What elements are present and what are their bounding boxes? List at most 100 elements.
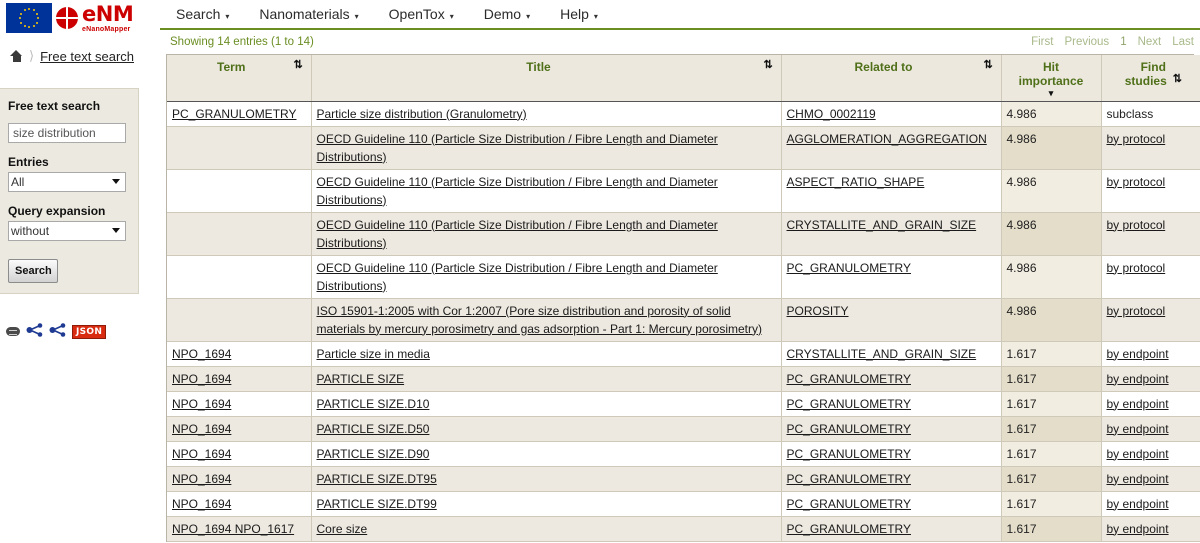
column-header-title[interactable]: Title ⇅ bbox=[311, 55, 781, 101]
cell-term-link[interactable]: NPO_1694 bbox=[172, 472, 231, 486]
pagination-last[interactable]: Last bbox=[1172, 36, 1194, 48]
cell-find-studies[interactable]: by protocol bbox=[1101, 212, 1200, 255]
cell-related-to[interactable]: PC_GRANULOMETRY bbox=[781, 466, 1001, 491]
cell-title[interactable]: PARTICLE SIZE.DT99 bbox=[311, 491, 781, 516]
cell-title[interactable]: PARTICLE SIZE.D50 bbox=[311, 416, 781, 441]
cell-term[interactable]: NPO_1694 bbox=[167, 441, 311, 466]
home-icon[interactable] bbox=[10, 50, 23, 62]
cell-related-to[interactable]: PC_GRANULOMETRY bbox=[781, 366, 1001, 391]
cell-related-to[interactable]: PC_GRANULOMETRY bbox=[781, 416, 1001, 441]
cell-related-to-link[interactable]: AGGLOMERATION_AGGREGATION bbox=[787, 132, 987, 146]
rdf-icon-2[interactable] bbox=[49, 323, 66, 340]
cell-term-link[interactable]: NPO_1694 bbox=[172, 347, 231, 361]
cell-related-to[interactable]: PC_GRANULOMETRY bbox=[781, 516, 1001, 541]
cell-related-to-link[interactable]: PC_GRANULOMETRY bbox=[787, 397, 911, 411]
cell-find-studies[interactable]: by endpoint bbox=[1101, 391, 1200, 416]
cell-term[interactable]: NPO_1694 bbox=[167, 491, 311, 516]
cell-title-link[interactable]: ISO 15901-1:2005 with Cor 1:2007 (Pore s… bbox=[317, 304, 762, 336]
json-icon[interactable]: JSON bbox=[72, 325, 106, 339]
cell-find-studies[interactable]: by endpoint bbox=[1101, 366, 1200, 391]
pagination-previous[interactable]: Previous bbox=[1064, 36, 1109, 48]
cell-title-link[interactable]: PARTICLE SIZE.DT99 bbox=[317, 497, 437, 511]
cell-related-to[interactable]: POROSITY bbox=[781, 298, 1001, 341]
cell-title[interactable]: PARTICLE SIZE.DT95 bbox=[311, 466, 781, 491]
cell-find-studies[interactable]: by endpoint bbox=[1101, 516, 1200, 541]
pagination-next[interactable]: Next bbox=[1138, 36, 1162, 48]
cell-find-studies[interactable]: by endpoint bbox=[1101, 491, 1200, 516]
cell-related-to[interactable]: PC_GRANULOMETRY bbox=[781, 441, 1001, 466]
column-header-hit-importance[interactable]: Hit importance ▾ bbox=[1001, 55, 1101, 101]
nav-item-demo[interactable]: Demo ▾ bbox=[484, 6, 530, 22]
cell-related-to-link[interactable]: PC_GRANULOMETRY bbox=[787, 261, 911, 275]
cell-term[interactable]: NPO_1694 bbox=[167, 366, 311, 391]
cell-find-studies[interactable]: by endpoint bbox=[1101, 341, 1200, 366]
cell-title[interactable]: OECD Guideline 110 (Particle Size Distri… bbox=[311, 169, 781, 212]
cell-find-studies-link[interactable]: by protocol bbox=[1107, 132, 1166, 146]
cell-related-to[interactable]: PC_GRANULOMETRY bbox=[781, 255, 1001, 298]
cell-find-studies-link[interactable]: by endpoint bbox=[1107, 422, 1169, 436]
cell-related-to-link[interactable]: PC_GRANULOMETRY bbox=[787, 497, 911, 511]
cell-title-link[interactable]: OECD Guideline 110 (Particle Size Distri… bbox=[317, 261, 718, 293]
uri-icon[interactable] bbox=[6, 327, 20, 336]
entries-select[interactable]: All bbox=[8, 172, 126, 192]
column-header-related-to[interactable]: Related to ⇅ bbox=[781, 55, 1001, 101]
cell-find-studies-link[interactable]: by endpoint bbox=[1107, 447, 1169, 461]
cell-related-to-link[interactable]: PC_GRANULOMETRY bbox=[787, 522, 911, 536]
sort-toggle-icon[interactable]: ⇅ bbox=[984, 60, 993, 71]
cell-term[interactable]: NPO_1694 NPO_1617 bbox=[167, 516, 311, 541]
cell-related-to-link[interactable]: PC_GRANULOMETRY bbox=[787, 372, 911, 386]
rdf-icon[interactable] bbox=[26, 323, 43, 340]
column-header-find-studies[interactable]: Find studies ⇅ bbox=[1101, 55, 1200, 101]
cell-title[interactable]: ISO 15901-1:2005 with Cor 1:2007 (Pore s… bbox=[311, 298, 781, 341]
cell-related-to-link[interactable]: CHMO_0002119 bbox=[787, 107, 876, 121]
cell-find-studies[interactable]: by endpoint bbox=[1101, 466, 1200, 491]
cell-title[interactable]: Core size bbox=[311, 516, 781, 541]
cell-find-studies-link[interactable]: by endpoint bbox=[1107, 472, 1169, 486]
search-input[interactable] bbox=[8, 123, 126, 143]
nav-item-nanomaterials[interactable]: Nanomaterials ▾ bbox=[259, 6, 358, 22]
cell-title-link[interactable]: OECD Guideline 110 (Particle Size Distri… bbox=[317, 218, 718, 250]
cell-term-link[interactable]: NPO_1694 bbox=[172, 497, 231, 511]
cell-title[interactable]: PARTICLE SIZE.D90 bbox=[311, 441, 781, 466]
cell-term-link[interactable]: NPO_1694 bbox=[172, 447, 231, 461]
cell-related-to[interactable]: PC_GRANULOMETRY bbox=[781, 491, 1001, 516]
cell-find-studies-link[interactable]: by protocol bbox=[1107, 261, 1166, 275]
cell-title[interactable]: PARTICLE SIZE bbox=[311, 366, 781, 391]
cell-title[interactable]: OECD Guideline 110 (Particle Size Distri… bbox=[311, 255, 781, 298]
cell-title[interactable]: OECD Guideline 110 (Particle Size Distri… bbox=[311, 126, 781, 169]
cell-related-to-link[interactable]: PC_GRANULOMETRY bbox=[787, 472, 911, 486]
query-expansion-select[interactable]: without bbox=[8, 221, 126, 241]
cell-term-link[interactable]: NPO_1694 NPO_1617 bbox=[172, 522, 294, 536]
sort-toggle-icon[interactable]: ⇅ bbox=[294, 60, 303, 71]
cell-title[interactable]: OECD Guideline 110 (Particle Size Distri… bbox=[311, 212, 781, 255]
cell-find-studies-link[interactable]: by endpoint bbox=[1107, 522, 1169, 536]
sort-toggle-icon[interactable]: ⇅ bbox=[764, 60, 773, 71]
cell-term-link[interactable]: PC_GRANULOMETRY bbox=[172, 107, 296, 121]
cell-title-link[interactable]: PARTICLE SIZE bbox=[317, 372, 405, 386]
cell-title-link[interactable]: PARTICLE SIZE.DT95 bbox=[317, 472, 437, 486]
cell-title-link[interactable]: Particle size distribution (Granulometry… bbox=[317, 107, 527, 121]
cell-find-studies-link[interactable]: by endpoint bbox=[1107, 347, 1169, 361]
cell-title[interactable]: Particle size in media bbox=[311, 341, 781, 366]
cell-find-studies-link[interactable]: by protocol bbox=[1107, 304, 1166, 318]
cell-find-studies-link[interactable]: by protocol bbox=[1107, 218, 1166, 232]
site-logo[interactable]: eNM eNanoMapper bbox=[6, 2, 156, 34]
cell-related-to-link[interactable]: CRYSTALLITE_AND_GRAIN_SIZE bbox=[787, 218, 977, 232]
cell-find-studies-link[interactable]: by endpoint bbox=[1107, 372, 1169, 386]
cell-related-to-link[interactable]: CRYSTALLITE_AND_GRAIN_SIZE bbox=[787, 347, 977, 361]
pagination-page-1[interactable]: 1 bbox=[1120, 36, 1126, 48]
cell-related-to-link[interactable]: PC_GRANULOMETRY bbox=[787, 422, 911, 436]
cell-title-link[interactable]: Particle size in media bbox=[317, 347, 430, 361]
cell-related-to-link[interactable]: PC_GRANULOMETRY bbox=[787, 447, 911, 461]
cell-find-studies[interactable]: by protocol bbox=[1101, 298, 1200, 341]
cell-find-studies-link[interactable]: by endpoint bbox=[1107, 497, 1169, 511]
cell-related-to[interactable]: CRYSTALLITE_AND_GRAIN_SIZE bbox=[781, 212, 1001, 255]
sort-toggle-icon[interactable]: ⇅ bbox=[1173, 74, 1182, 85]
cell-find-studies[interactable]: by protocol bbox=[1101, 169, 1200, 212]
nav-item-search[interactable]: Search ▾ bbox=[176, 6, 229, 22]
pagination-first[interactable]: First bbox=[1031, 36, 1053, 48]
cell-title-link[interactable]: PARTICLE SIZE.D10 bbox=[317, 397, 430, 411]
cell-title[interactable]: PARTICLE SIZE.D10 bbox=[311, 391, 781, 416]
cell-find-studies[interactable]: by endpoint bbox=[1101, 441, 1200, 466]
nav-item-help[interactable]: Help ▾ bbox=[560, 6, 598, 22]
